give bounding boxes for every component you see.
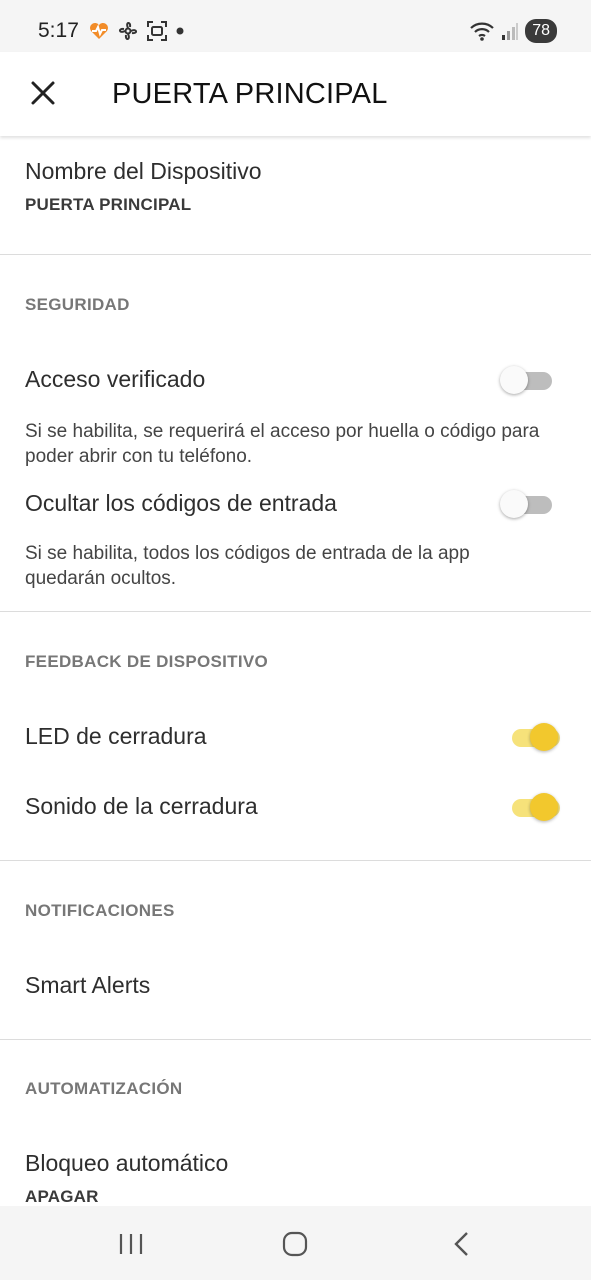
device-name-label: Nombre del Dispositivo bbox=[25, 158, 262, 184]
section-header-feedback: FEEDBACK DE DISPOSITIVO bbox=[25, 652, 269, 671]
verified-access-label: Acceso verificado bbox=[25, 366, 206, 392]
close-button[interactable] bbox=[28, 78, 58, 108]
toggle-thumb bbox=[500, 366, 528, 394]
close-icon bbox=[31, 81, 55, 105]
recent-apps-button[interactable] bbox=[116, 1230, 146, 1258]
divider bbox=[0, 860, 591, 861]
verified-access-description-line1: Si se habilita, se requerirá el acceso p… bbox=[25, 421, 540, 442]
settings-content[interactable]: Nombre del Dispositivo PUERTA PRINCIPAL … bbox=[0, 136, 591, 1206]
page-title: PUERTA PRINCIPAL bbox=[112, 78, 388, 110]
navigation-bar bbox=[0, 1206, 591, 1280]
section-header-notifications: NOTIFICACIONES bbox=[25, 901, 175, 920]
auto-lock-value: APAGAR bbox=[25, 1187, 99, 1206]
hide-codes-label: Ocultar los códigos de entrada bbox=[25, 490, 337, 516]
dot-icon bbox=[176, 27, 184, 35]
status-time: 5:17 bbox=[38, 19, 79, 42]
divider bbox=[0, 254, 591, 255]
sound-label: Sonido de la cerradura bbox=[25, 793, 258, 819]
heart-pulse-icon bbox=[90, 23, 108, 39]
verified-access-toggle[interactable] bbox=[500, 365, 552, 395]
toggle-thumb bbox=[530, 723, 558, 751]
hide-codes-description-line2: quedarán ocultos. bbox=[25, 568, 177, 589]
divider bbox=[0, 611, 591, 612]
wifi-icon bbox=[470, 22, 494, 41]
smart-alerts-item[interactable]: Smart Alerts bbox=[25, 972, 150, 999]
hide-codes-description-line1: Si se habilita, todos los códigos de ent… bbox=[25, 543, 470, 564]
screen-capture-icon bbox=[147, 21, 167, 41]
led-toggle[interactable] bbox=[502, 722, 560, 752]
home-icon bbox=[282, 1231, 308, 1257]
led-label: LED de cerradura bbox=[25, 723, 207, 749]
auto-lock-label: Bloqueo automático bbox=[25, 1150, 229, 1176]
back-button[interactable] bbox=[448, 1230, 478, 1258]
section-header-security: SEGURIDAD bbox=[25, 295, 130, 314]
verified-access-description-line2: poder abrir con tu teléfono. bbox=[25, 446, 253, 467]
status-icons-left bbox=[88, 20, 185, 42]
toggle-thumb bbox=[530, 793, 558, 821]
hide-codes-toggle[interactable] bbox=[500, 489, 552, 519]
section-header-automation: AUTOMATIZACIÓN bbox=[25, 1079, 183, 1098]
status-bar: 5:17 78 bbox=[0, 0, 591, 52]
app-header: PUERTA PRINCIPAL bbox=[0, 52, 591, 136]
device-name-value: PUERTA PRINCIPAL bbox=[25, 195, 192, 214]
fan-icon bbox=[119, 22, 137, 40]
toggle-thumb bbox=[500, 490, 528, 518]
back-icon bbox=[454, 1232, 468, 1256]
status-icons-right: 78 bbox=[469, 19, 557, 43]
signal-icon bbox=[502, 23, 519, 40]
recent-apps-icon bbox=[119, 1234, 143, 1254]
divider bbox=[0, 1039, 591, 1040]
sound-toggle[interactable] bbox=[502, 792, 560, 822]
home-button[interactable] bbox=[280, 1230, 310, 1258]
battery-icon: 78 bbox=[525, 19, 557, 43]
